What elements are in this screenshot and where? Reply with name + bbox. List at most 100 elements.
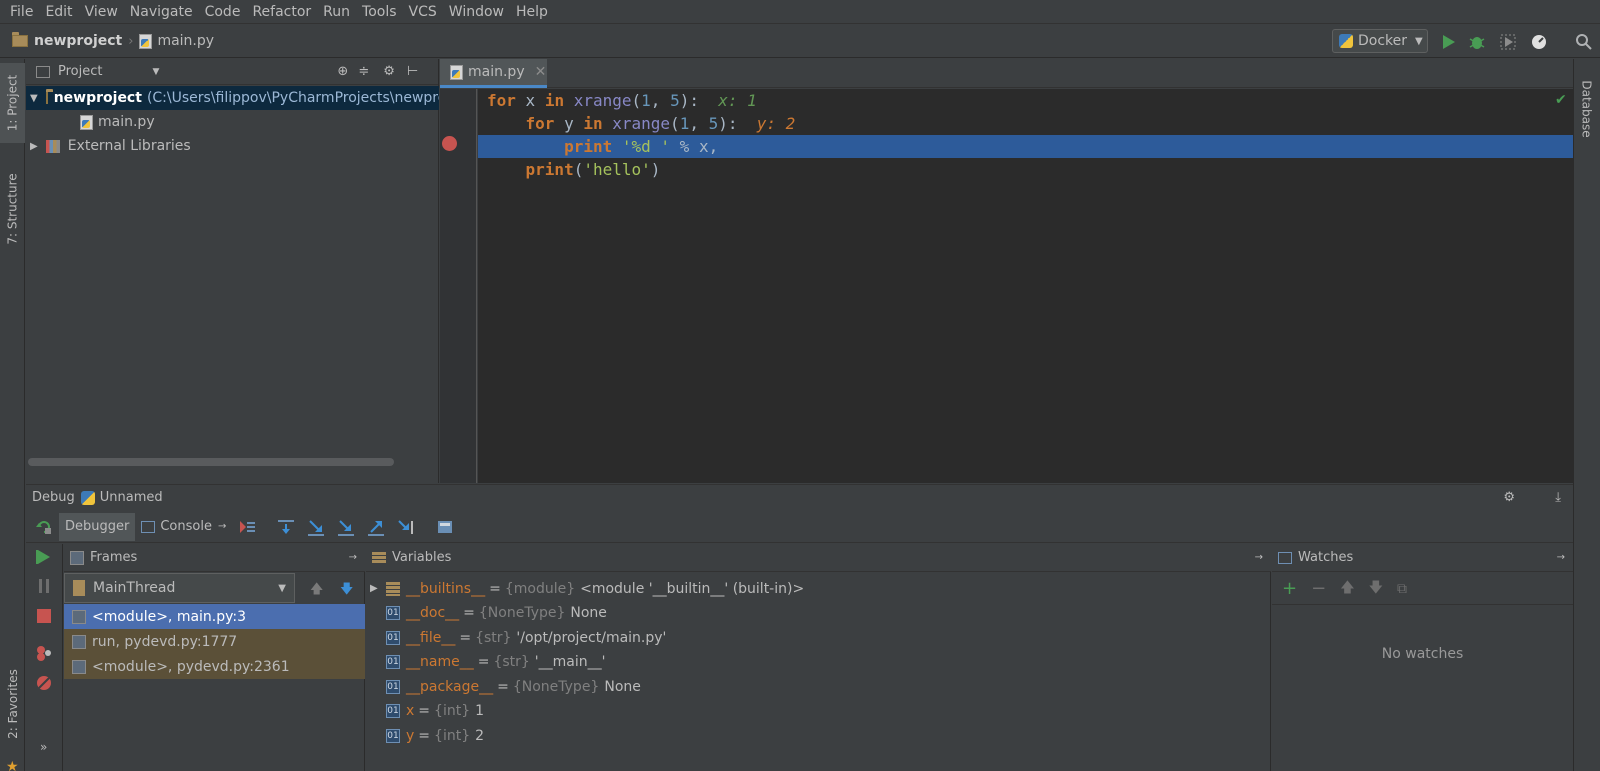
- breadcrumb-project[interactable]: newproject: [12, 32, 123, 49]
- step-into-my-code-button[interactable]: [334, 515, 358, 539]
- pin-icon[interactable]: →: [349, 552, 357, 563]
- expand-arrow-icon[interactable]: ▶: [30, 141, 38, 152]
- menu-run[interactable]: Run: [317, 0, 356, 24]
- tree-item-main-py[interactable]: main.py: [26, 110, 155, 134]
- variable-row[interactable]: 01 __doc__ = {NoneType} None: [366, 601, 1271, 626]
- code-line[interactable]: for y in xrange(1, 5): y: 2: [478, 112, 1573, 135]
- project-tool-tab[interactable]: 1: Project: [0, 63, 25, 143]
- horizontal-scrollbar[interactable]: [28, 458, 394, 466]
- collapse-all-icon[interactable]: ≑: [358, 64, 369, 79]
- step-out-button[interactable]: [364, 515, 388, 539]
- mute-breakpoints-button[interactable]: [35, 674, 53, 696]
- tab-main-py[interactable]: main.py ✕: [440, 59, 547, 88]
- code-line[interactable]: for x in xrange(1, 5): x: 1: [478, 89, 1573, 112]
- run-to-cursor-button[interactable]: [394, 515, 418, 539]
- stop-button[interactable]: [35, 607, 53, 629]
- frame-row[interactable]: <module>, main.py:3: [64, 604, 365, 629]
- gear-icon[interactable]: ⚙: [383, 64, 395, 79]
- show-execution-point-button[interactable]: [235, 515, 259, 539]
- menu-code[interactable]: Code: [199, 0, 247, 24]
- code-token: xrange: [573, 91, 632, 110]
- project-tool-window: Project ▼ ⊕ ≑ ⚙ ⊢ ▼ newproject (C:\Users…: [26, 59, 439, 483]
- database-tool-tab[interactable]: Database: [1574, 69, 1599, 149]
- pause-button[interactable]: [35, 577, 53, 599]
- run-with-coverage-button[interactable]: [1497, 31, 1519, 53]
- variable-row[interactable]: 01 __file__ = {str} '/opt/project/main.py': [366, 625, 1271, 650]
- tree-item-project-root[interactable]: ▼ newproject (C:\Users\filippov\PyCharmP…: [26, 86, 439, 110]
- thread-selector[interactable]: MainThread ▼: [64, 573, 295, 603]
- menu-help[interactable]: Help: [510, 0, 554, 24]
- menu-file[interactable]: File: [4, 0, 39, 24]
- menu-edit[interactable]: Edit: [39, 0, 78, 24]
- search-everywhere-button[interactable]: [1573, 31, 1595, 53]
- step-into-button[interactable]: [304, 515, 328, 539]
- rerun-button[interactable]: [32, 515, 56, 539]
- pin-icon[interactable]: →: [1557, 552, 1565, 563]
- breakpoint-icon[interactable]: [442, 136, 457, 151]
- frame-row[interactable]: <module>, pydevd.py:2361: [64, 654, 365, 679]
- menu-refactor[interactable]: Refactor: [246, 0, 317, 24]
- hide-window-icon[interactable]: ⤓: [1555, 490, 1561, 505]
- previous-frame-icon[interactable]: 🡅: [310, 580, 323, 602]
- add-watch-icon[interactable]: +: [1282, 578, 1297, 599]
- variable-row[interactable]: 01 x = {int} 1: [366, 699, 1271, 724]
- variable-row[interactable]: 01 __package__ = {NoneType} None: [366, 674, 1271, 699]
- evaluate-expression-button[interactable]: [433, 515, 457, 539]
- more-actions-icon[interactable]: »: [40, 740, 47, 754]
- structure-tool-tab[interactable]: 7: Structure: [0, 159, 25, 259]
- run-button[interactable]: [1437, 31, 1459, 53]
- pin-icon[interactable]: →: [218, 521, 226, 532]
- breadcrumb-project-label: newproject: [34, 33, 123, 49]
- menu-vcs[interactable]: VCS: [403, 0, 443, 24]
- hide-icon[interactable]: ⊢: [407, 64, 418, 79]
- close-icon[interactable]: ✕: [535, 64, 547, 80]
- editor-gutter[interactable]: [440, 89, 477, 483]
- tree-item-external-libraries[interactable]: ▶ External Libraries: [26, 134, 191, 158]
- debug-button[interactable]: [1466, 31, 1488, 53]
- menu-window[interactable]: Window: [443, 0, 510, 24]
- profile-button[interactable]: [1528, 31, 1550, 53]
- pin-icon[interactable]: →: [1255, 552, 1263, 563]
- expand-arrow-icon[interactable]: ▶: [370, 583, 386, 594]
- expand-arrow-icon[interactable]: ▼: [30, 93, 38, 104]
- code-token: 1: [641, 91, 651, 110]
- tab-debugger[interactable]: Debugger: [59, 512, 136, 541]
- chevron-down-icon[interactable]: ▼: [152, 67, 159, 77]
- variable-row[interactable]: 01 __name__ = {str} '__main__': [366, 650, 1271, 675]
- python-logo-icon: [1339, 34, 1353, 48]
- tab-console[interactable]: Console →: [135, 513, 232, 541]
- code-token: ,: [650, 91, 671, 110]
- next-frame-icon[interactable]: 🡇: [340, 580, 353, 602]
- view-breakpoints-button[interactable]: [35, 644, 53, 666]
- code-token: ):: [679, 91, 699, 110]
- code-token: in: [544, 91, 565, 110]
- variable-row[interactable]: ▶ __builtins__ = {module} <module '__builtin…: [366, 576, 1271, 601]
- gear-icon[interactable]: ⚙: [1503, 490, 1515, 505]
- menu-navigate[interactable]: Navigate: [124, 0, 199, 24]
- code-line[interactable]: print('hello'): [478, 158, 1573, 181]
- variable-value: None: [570, 605, 607, 621]
- code-line-execution-point[interactable]: print '%d ' % x,: [478, 135, 1573, 158]
- code-token: (: [670, 114, 680, 133]
- resume-button[interactable]: [35, 548, 53, 570]
- move-up-icon[interactable]: 🡅: [1340, 577, 1354, 601]
- remove-watch-icon[interactable]: −: [1311, 578, 1326, 599]
- locate-icon[interactable]: ⊕: [337, 64, 348, 79]
- run-configuration-dropdown[interactable]: Docker ▼: [1332, 29, 1428, 53]
- breadcrumb-file[interactable]: main.py: [139, 33, 214, 49]
- project-view-selector[interactable]: Project: [58, 64, 102, 79]
- code-editor[interactable]: for x in xrange(1, 5): x: 1 for y in xra…: [478, 89, 1573, 483]
- python-file-icon: [139, 33, 153, 49]
- move-down-icon[interactable]: 🡇: [1369, 577, 1383, 601]
- copy-watch-icon[interactable]: ⧉: [1397, 581, 1407, 597]
- frame-icon: [72, 609, 86, 624]
- menu-tools[interactable]: Tools: [356, 0, 403, 24]
- debug-config-name[interactable]: Unnamed: [100, 490, 163, 505]
- frame-row[interactable]: run, pydevd.py:1777: [64, 629, 365, 654]
- variable-row[interactable]: 01 y = {int} 2: [366, 723, 1271, 748]
- checkmark-icon: ✔: [1555, 92, 1567, 108]
- code-token: y: [554, 114, 584, 133]
- step-over-button[interactable]: [274, 515, 298, 539]
- favorites-tool-tab[interactable]: 2: Favorites: [0, 654, 25, 754]
- menu-view[interactable]: View: [79, 0, 124, 24]
